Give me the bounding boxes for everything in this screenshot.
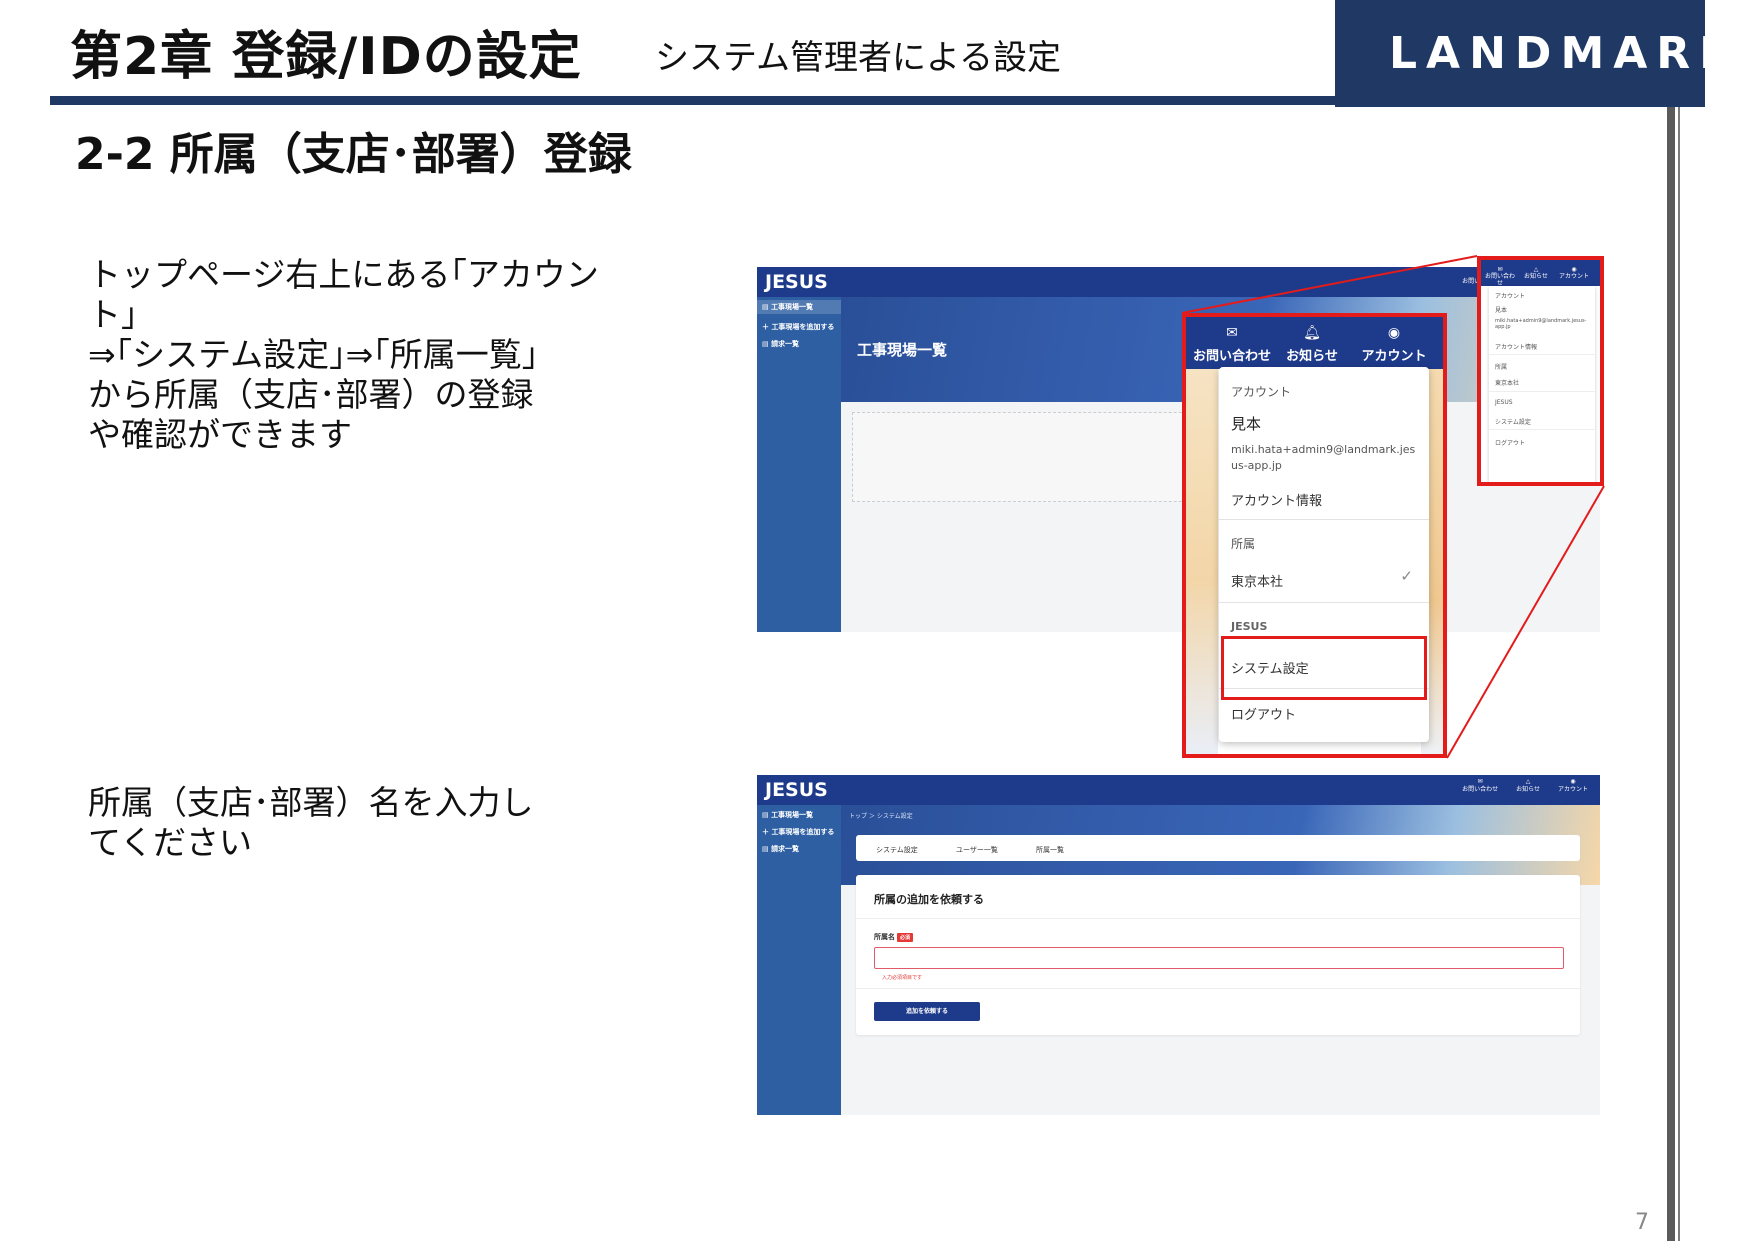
app-brand: JESUS bbox=[765, 779, 828, 801]
zoom-nav-contact[interactable]: ✉ お問い合わせ bbox=[1192, 325, 1272, 364]
tab-affiliation-list[interactable]: 所属一覧 bbox=[1036, 845, 1064, 855]
nav-contact[interactable]: ✉お問い合わせ bbox=[1462, 778, 1498, 794]
page-number: 7 bbox=[1635, 1210, 1649, 1235]
bell-icon: 🔔︎ bbox=[1303, 325, 1321, 341]
affiliation-name-input[interactable] bbox=[874, 947, 1564, 969]
card-divider bbox=[856, 918, 1580, 919]
account-menu-zoom: ✉ お問い合わせ 🔔︎ お知らせ ◉ アカウント アカウント 見本 miki.hata… bbox=[1182, 313, 1447, 758]
nav-account[interactable]: ◉アカウント bbox=[1558, 778, 1588, 794]
check-icon: ✓ bbox=[1400, 567, 1413, 585]
zoom-bg-left bbox=[1186, 369, 1218, 754]
account-dropdown: アカウント 見本 miki.hata+admin9@landmark.jesus… bbox=[1219, 367, 1429, 742]
system-settings-highlight bbox=[1221, 636, 1427, 700]
sidebar-item-projects[interactable]: ▤ 工事現場一覧 bbox=[762, 810, 813, 820]
menu-logout[interactable]: ログアウト bbox=[1231, 704, 1296, 723]
screenshot-add-affiliation: JESUS ✉ お問い合わせ △ お知らせ ◉ アカウント ▤ 工事現場一覧 ＋ 工事… bbox=[757, 775, 1600, 1115]
sidebar-item-add-project[interactable]: ＋ 工事現場を追加する bbox=[762, 827, 834, 837]
menu-divider bbox=[1219, 519, 1429, 520]
sidebar-item-invoices[interactable]: ▤ 請求一覧 bbox=[762, 844, 799, 854]
app-nav: ✉ お問い合わせ △ お知らせ ◉ アカウント bbox=[1462, 778, 1588, 794]
zoom-nav-account[interactable]: ◉ アカウント bbox=[1354, 325, 1434, 364]
breadcrumb[interactable]: トップ ＞ システム設定 bbox=[849, 811, 913, 820]
zoom-nav-notice[interactable]: 🔔︎ お知らせ bbox=[1272, 325, 1352, 364]
nav-notice[interactable]: △ お知らせ bbox=[1516, 778, 1540, 794]
add-affiliation-card: 所属の追加を依頼する 所属名 必須 入力必須項目です 追加を依頼する bbox=[856, 875, 1580, 1035]
menu-affiliation-heading: 所属 bbox=[1231, 537, 1256, 551]
menu-jesus-heading: JESUS bbox=[1231, 620, 1268, 633]
app-sidebar: ▤ 工事現場一覧 ＋ 工事現場を追加する ▤ 請求一覧 bbox=[757, 805, 841, 1115]
zoom-topbar: ✉ お問い合わせ 🔔︎ お知らせ ◉ アカウント bbox=[1186, 317, 1443, 369]
menu-divider bbox=[1219, 602, 1429, 603]
menu-account-heading: アカウント bbox=[1231, 385, 1292, 399]
tab-user-list[interactable]: ユーザー一覧 bbox=[956, 845, 998, 855]
request-add-button[interactable]: 追加を依頼する bbox=[874, 1002, 980, 1021]
settings-tabs: システム設定 ユーザー一覧 所属一覧 bbox=[856, 835, 1580, 861]
required-badge: 必須 bbox=[897, 932, 914, 942]
account-icon: ◉ bbox=[1387, 325, 1401, 341]
affiliation-name-label: 所属名 必須 bbox=[874, 932, 914, 942]
validation-error: 入力必須項目です bbox=[882, 975, 923, 981]
menu-user-name: 見本 bbox=[1231, 415, 1262, 433]
tab-system-settings[interactable]: システム設定 bbox=[876, 845, 918, 855]
mail-icon: ✉ bbox=[1226, 325, 1238, 341]
menu-email: miki.hata+admin9@landmark.jesus-app.jp bbox=[1231, 443, 1416, 472]
card-divider bbox=[856, 988, 1580, 989]
form-title: 所属の追加を依頼する bbox=[874, 893, 984, 906]
menu-account-info[interactable]: アカウント情報 bbox=[1231, 490, 1322, 509]
app-topbar: JESUS ✉ お問い合わせ △ お知らせ ◉ アカウント bbox=[757, 775, 1600, 805]
menu-affiliation-value[interactable]: 東京本社 bbox=[1231, 571, 1283, 590]
